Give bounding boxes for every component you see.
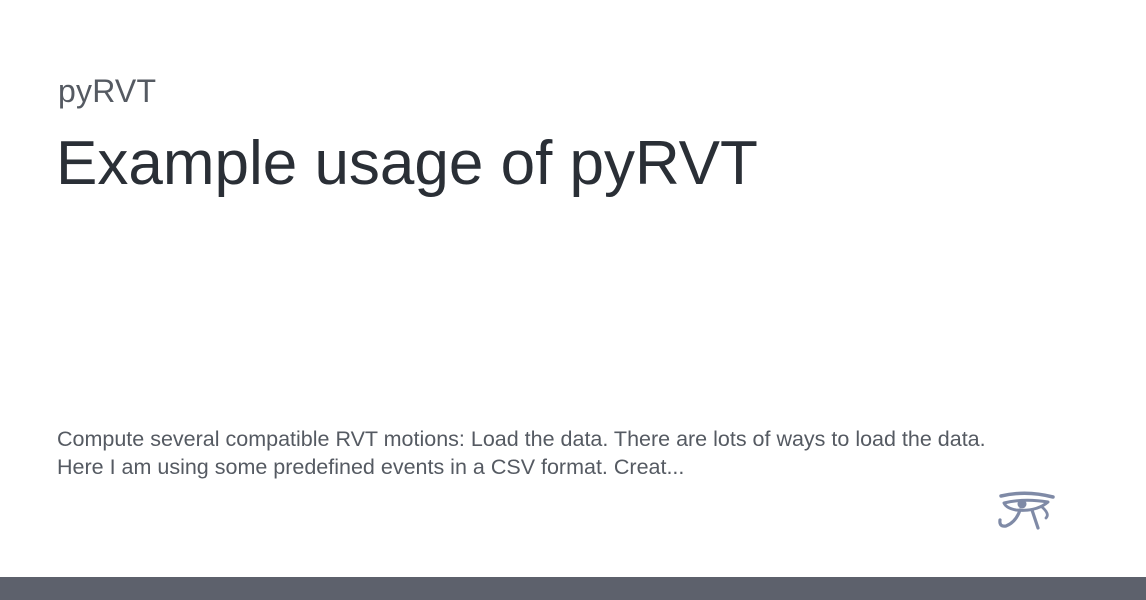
site-name: pyRVT: [58, 73, 157, 109]
page-description: Compute several compatible RVT motions: …: [57, 427, 986, 479]
page-title: Example usage of pyRVT: [56, 129, 758, 198]
footer-bar: [0, 577, 1146, 600]
eye-of-horus-icon: [998, 491, 1055, 530]
preview-card: pyRVT Example usage of pyRVT Compute sev…: [0, 0, 1146, 600]
